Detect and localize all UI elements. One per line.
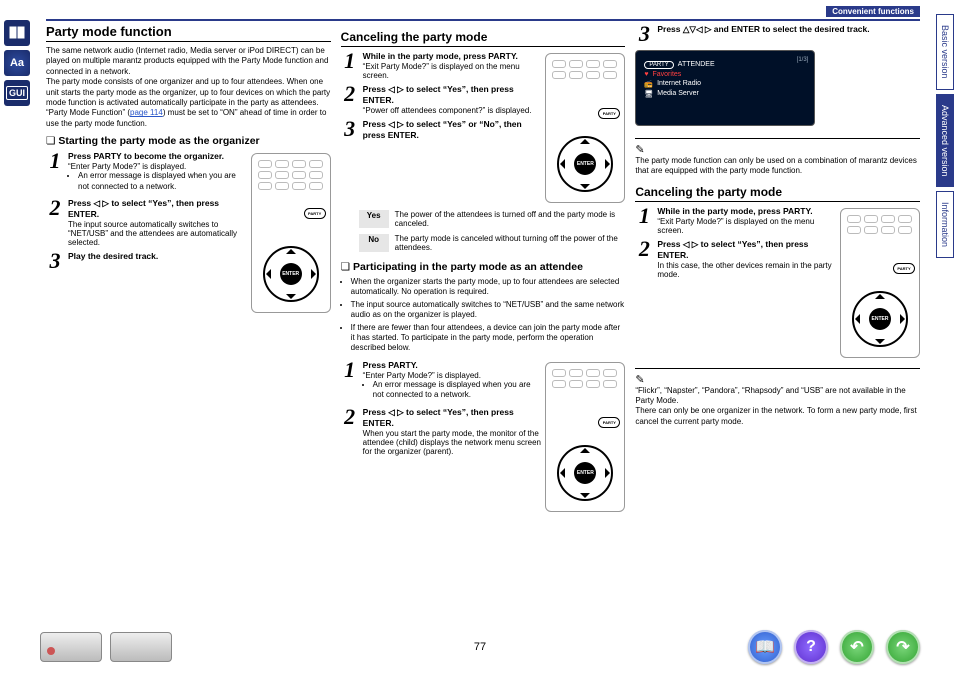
step-desc: The input source automatically switches … bbox=[68, 220, 247, 247]
enter-button-icon: ENTER bbox=[574, 462, 596, 484]
step-bullet: An error message is displayed when you a… bbox=[373, 380, 542, 401]
pencil-icon: ✎ bbox=[635, 374, 644, 386]
column-1: Party mode function The same network aud… bbox=[46, 24, 331, 623]
right-tab-rail: Basic version Advanced version Informati… bbox=[924, 14, 954, 258]
intro-1: The same network audio (Internet radio, … bbox=[46, 46, 331, 77]
note-1: ✎ The party mode function can only be us… bbox=[635, 138, 920, 177]
step-lead: Play the desired track. bbox=[68, 251, 247, 261]
party-button-icon: PARTY bbox=[893, 263, 915, 274]
step-desc: “Power off attendees component?” is disp… bbox=[363, 106, 542, 115]
track-step-3: 3Press △▽◁ ▷ and ENTER to select the des… bbox=[635, 24, 920, 44]
device-thumb-1[interactable] bbox=[40, 632, 102, 662]
page-link-114[interactable]: page 114 bbox=[130, 108, 163, 117]
step-lead: Press PARTY. bbox=[363, 360, 542, 370]
step-desc: “Enter Party Mode?” is displayed. bbox=[363, 371, 542, 380]
footer: 77 📖 ? ↶ ↷ bbox=[40, 625, 920, 669]
tab-information[interactable]: Information bbox=[936, 191, 954, 258]
cancel-step-2: 2Press ◁ ▷ to select “Yes”, then press E… bbox=[341, 84, 542, 115]
enter-button-icon: ENTER bbox=[869, 308, 891, 330]
book-icon[interactable] bbox=[4, 20, 30, 46]
remote-illustration: PARTY ENTER bbox=[545, 53, 625, 203]
org-step-3: 3 Play the desired track. bbox=[46, 251, 247, 271]
note-2: ✎ “Flickr”, “Napster”, “Pandora”, “Rhaps… bbox=[635, 368, 920, 428]
enter-button-icon: ENTER bbox=[280, 263, 302, 285]
remote-illustration: PARTY ENTER bbox=[840, 208, 920, 358]
page-title: Party mode function bbox=[46, 24, 331, 42]
step-lead: Press ◁ ▷ to select “Yes” or “No”, then … bbox=[363, 119, 542, 140]
gui-icon[interactable]: GUI bbox=[4, 80, 30, 106]
aa-label: Aa bbox=[10, 57, 24, 69]
page-number: 77 bbox=[474, 641, 486, 653]
step-lead: Press ◁ ▷ to select “Yes”, then press EN… bbox=[363, 407, 542, 428]
column-2: Canceling the party mode PARTY ENTER 1Wh… bbox=[341, 24, 626, 623]
cancel-step-1: 1While in the party mode, press PARTY.“E… bbox=[341, 51, 542, 80]
left-icon-rail: Aa GUI bbox=[4, 20, 34, 110]
att-step-1: 1Press PARTY.“Enter Party Mode?” is disp… bbox=[341, 360, 542, 403]
step-desc: “Exit Party Mode?” is displayed on the m… bbox=[363, 62, 542, 80]
step-lead: Press ◁ ▷ to select “Yes”, then press EN… bbox=[363, 84, 542, 105]
gui-label: GUI bbox=[6, 86, 28, 100]
no-row: NoThe party mode is canceled without tur… bbox=[359, 234, 626, 252]
step-lead: Press △▽◁ ▷ and ENTER to select the desi… bbox=[657, 24, 920, 35]
intro-2: The party mode consists of one organizer… bbox=[46, 77, 331, 129]
tv-attendee-label: ATTENDEE bbox=[678, 61, 715, 68]
tv-screenshot: [1/3] PARTY ATTENDEE ♥ Favorites 📻 Intern… bbox=[635, 50, 815, 126]
tv-item-internet-radio: 📻 Internet Radio bbox=[644, 80, 806, 88]
cancel-heading-2: Canceling the party mode bbox=[635, 185, 920, 202]
attendee-bullet: If there are fewer than four attendees, … bbox=[351, 323, 626, 354]
nav-next-icon[interactable]: ↷ bbox=[886, 630, 920, 664]
column-3: 3Press △▽◁ ▷ and ENTER to select the des… bbox=[635, 24, 920, 623]
header-category: Convenient functions bbox=[826, 6, 920, 17]
tv-party-pill: PARTY bbox=[644, 61, 673, 69]
step-desc: In this case, the other devices remain i… bbox=[657, 261, 836, 279]
cancel-step-3: 3Press ◁ ▷ to select “Yes” or “No”, then… bbox=[341, 119, 542, 140]
tv-item-favorites: ♥ Favorites bbox=[644, 71, 806, 78]
party-button-icon: PARTY bbox=[598, 417, 620, 428]
tab-basic[interactable]: Basic version bbox=[936, 14, 954, 90]
page-header: Convenient functions bbox=[46, 6, 920, 20]
org-step-1: 1 Press PARTY to become the organizer. “… bbox=[46, 151, 247, 194]
help-book-icon[interactable]: 📖 bbox=[748, 630, 782, 664]
step-lead: Press ◁ ▷ to select “Yes”, then press EN… bbox=[657, 239, 836, 260]
step-desc: When you start the party mode, the monit… bbox=[363, 429, 542, 456]
step-lead: While in the party mode, press PARTY. bbox=[363, 51, 542, 61]
tab-advanced[interactable]: Advanced version bbox=[936, 94, 954, 188]
tv-counter: [1/3] bbox=[797, 57, 809, 63]
note-text: There can only be one organizer in the n… bbox=[635, 406, 920, 427]
glossary-icon[interactable]: Aa bbox=[4, 50, 30, 76]
enter-button-icon: ENTER bbox=[574, 153, 596, 175]
help-question-icon[interactable]: ? bbox=[794, 630, 828, 664]
sub-attendee: Participating in the party mode as an at… bbox=[341, 261, 626, 273]
step-lead: Press ◁ ▷ to select “Yes”, then press EN… bbox=[68, 198, 247, 219]
attendee-bullet: When the organizer starts the party mode… bbox=[351, 277, 626, 298]
attendee-bullet: The input source automatically switches … bbox=[351, 300, 626, 321]
note-text: The party mode function can only be used… bbox=[635, 156, 920, 177]
yes-row: YesThe power of the attendees is turned … bbox=[359, 210, 626, 228]
party-button-icon: PARTY bbox=[304, 208, 326, 219]
note-text: “Flickr”, “Napster”, “Pandora”, “Rhapsod… bbox=[635, 386, 920, 407]
cancel2-step-1: 1While in the party mode, press PARTY.“E… bbox=[635, 206, 836, 235]
step-bullet: An error message is displayed when you a… bbox=[78, 171, 247, 192]
tv-item-media-server: 🖥 Media Server bbox=[644, 90, 806, 98]
device-thumb-2[interactable] bbox=[110, 632, 172, 662]
nav-prev-icon[interactable]: ↶ bbox=[840, 630, 874, 664]
att-step-2: 2Press ◁ ▷ to select “Yes”, then press E… bbox=[341, 407, 542, 456]
step-lead: Press PARTY to become the organizer. bbox=[68, 151, 247, 161]
step-desc: “Enter Party Mode?” is displayed. bbox=[68, 162, 247, 171]
step-desc: “Exit Party Mode?” is displayed on the m… bbox=[657, 217, 836, 235]
sub-start-organizer: Starting the party mode as the organizer bbox=[46, 135, 331, 147]
remote-illustration: PARTY ENTER bbox=[251, 153, 331, 313]
cancel-heading: Canceling the party mode bbox=[341, 30, 626, 47]
org-step-2: 2 Press ◁ ▷ to select “Yes”, then press … bbox=[46, 198, 247, 247]
remote-illustration: PARTY ENTER bbox=[545, 362, 625, 512]
pencil-icon: ✎ bbox=[635, 144, 644, 156]
step-lead: While in the party mode, press PARTY. bbox=[657, 206, 836, 216]
party-button-icon: PARTY bbox=[598, 108, 620, 119]
cancel2-step-2: 2Press ◁ ▷ to select “Yes”, then press E… bbox=[635, 239, 836, 279]
